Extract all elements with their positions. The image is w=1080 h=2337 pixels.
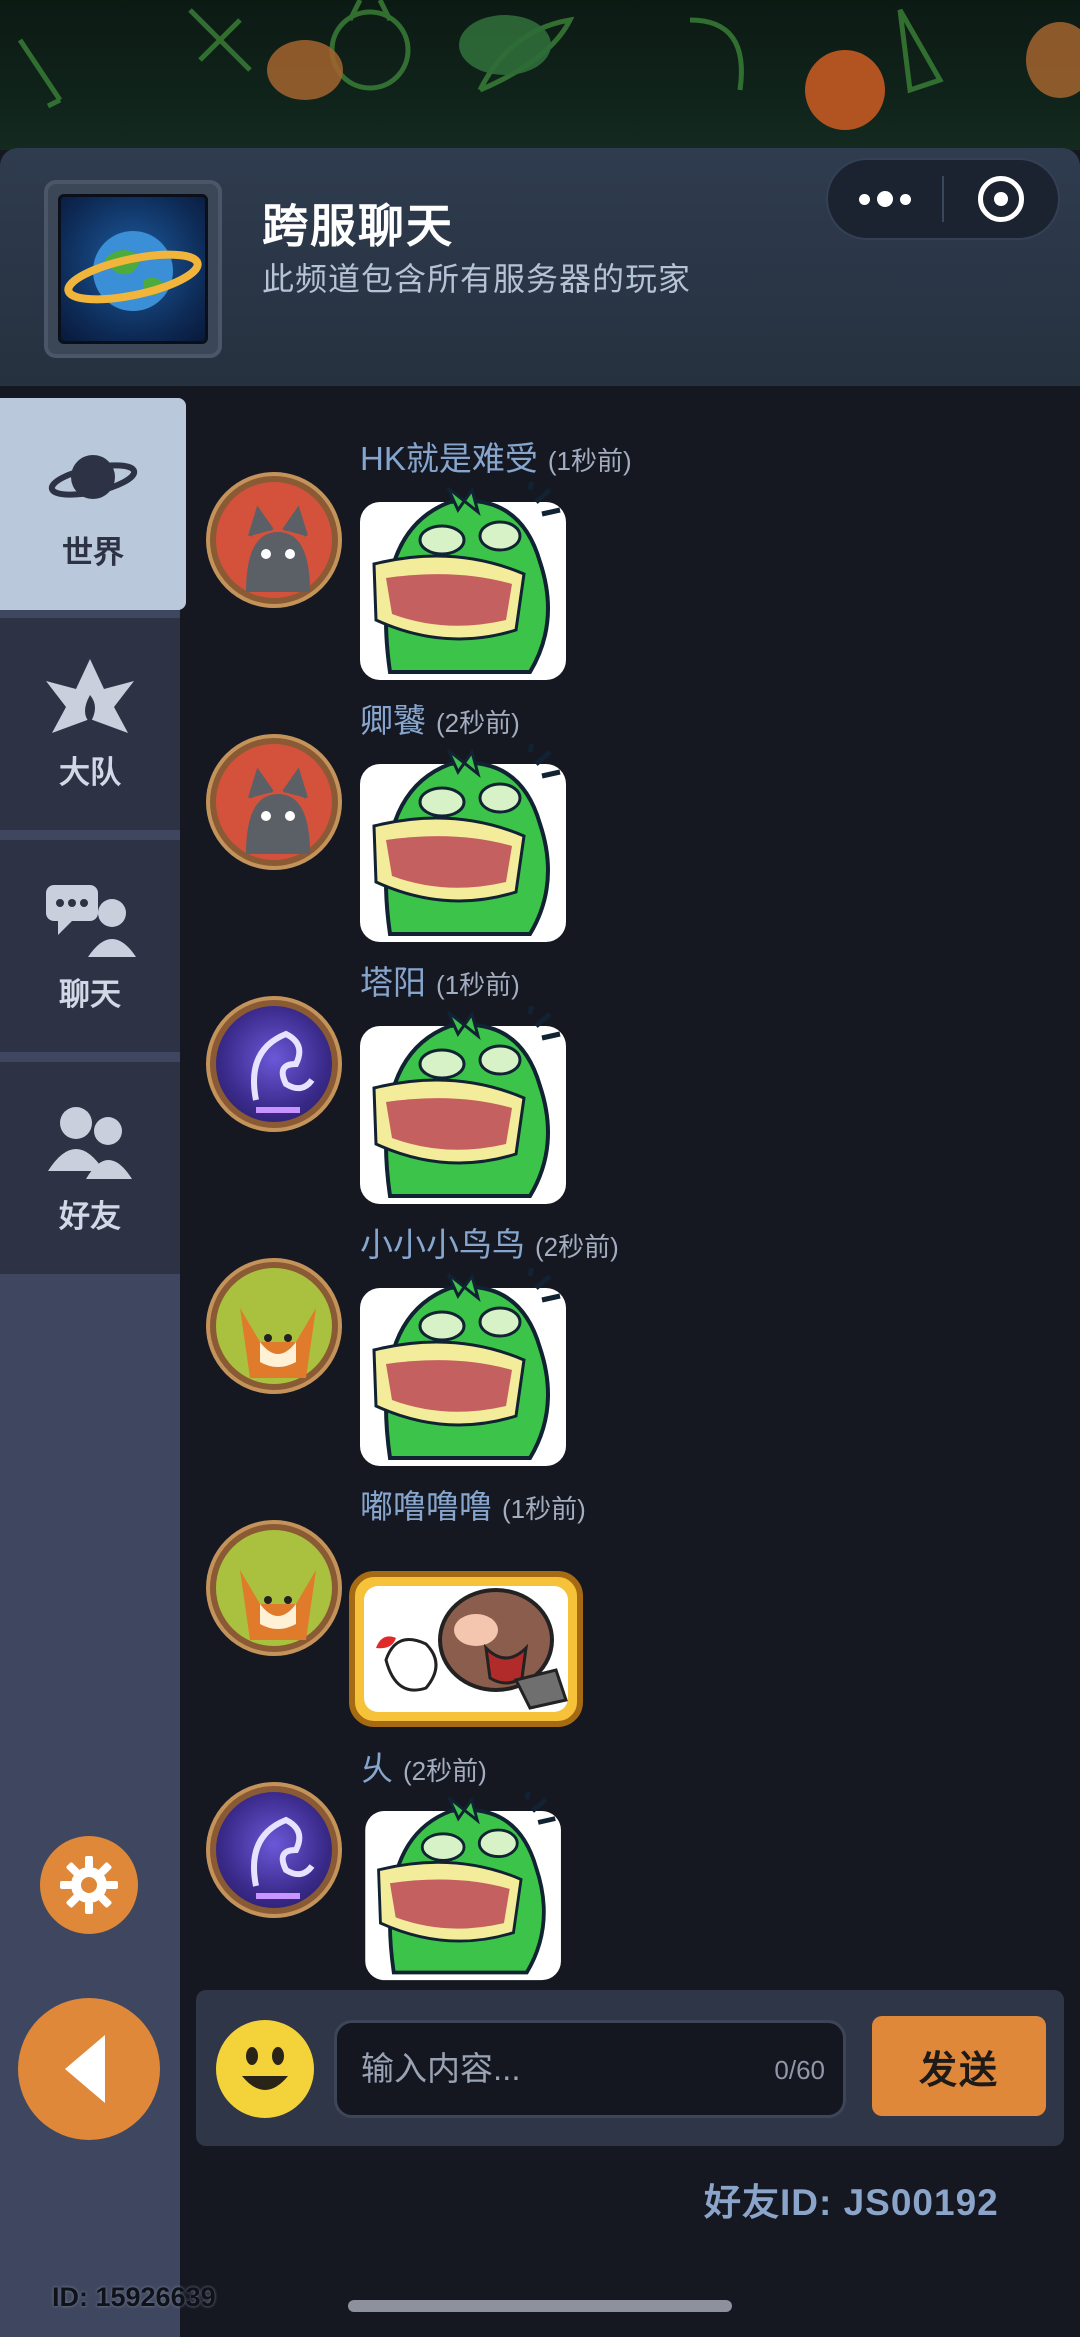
- purple-dragon-avatar[interactable]: [206, 1782, 342, 1918]
- message-time: (1秒前): [436, 970, 520, 1000]
- back-button[interactable]: [18, 1998, 160, 2140]
- sender-name[interactable]: 嘟噜噜噜: [360, 1480, 492, 1528]
- purple-dragon-avatar[interactable]: [206, 996, 342, 1132]
- message-input[interactable]: [361, 2023, 741, 2115]
- message-item: 卿饕 (2秒前): [206, 694, 1006, 944]
- message-header: 塔阳 (1秒前): [360, 956, 520, 1002]
- sender-name[interactable]: 小小小鸟鸟: [360, 1218, 525, 1266]
- message-time: (2秒前): [436, 708, 520, 738]
- message-item: 塔阳 (1秒前): [206, 956, 1006, 1206]
- sidebar-item-friends[interactable]: 好友: [0, 1062, 180, 1274]
- sender-name[interactable]: HK就是难受: [360, 432, 538, 480]
- fox-avatar[interactable]: [206, 1258, 342, 1394]
- sender-name[interactable]: 乆: [360, 1742, 393, 1790]
- page-subtitle: 此频道包含所有服务器的玩家: [262, 261, 692, 297]
- friend-id-label: 好友ID: JS00192: [704, 2182, 999, 2223]
- sidebar-item-chat[interactable]: 聊天: [0, 840, 180, 1052]
- pig-chicken-sticker[interactable]: [346, 1530, 586, 1730]
- miniprogram-capsule: [826, 158, 1060, 240]
- sidebar-item-label: 世界: [62, 534, 124, 570]
- send-button[interactable]: 发送: [872, 2016, 1046, 2116]
- close-miniprogram-button[interactable]: [944, 160, 1058, 238]
- message-item: 小小小鸟鸟 (2秒前): [206, 1218, 1006, 1468]
- gear-icon: [60, 1856, 118, 1914]
- char-counter: 0/60: [774, 2055, 825, 2085]
- sender-name[interactable]: 卿饕: [360, 694, 426, 742]
- sidebar-item-label: 好友: [59, 1198, 121, 1234]
- green-frog-screaming-sticker[interactable]: [360, 1268, 570, 1468]
- smiley-face-icon: [242, 2047, 288, 2090]
- message-item: 嘟噜噜噜 (1秒前): [206, 1480, 1006, 1730]
- target-circle-icon: [978, 176, 1024, 222]
- user-id-watermark: ID: 15926639: [52, 2282, 216, 2312]
- message-header: 卿饕 (2秒前): [360, 694, 520, 740]
- team-flame-icon: [42, 657, 138, 737]
- message-time: (2秒前): [535, 1232, 619, 1262]
- sender-name[interactable]: 塔阳: [360, 956, 426, 1004]
- message-input-bar: 0/60 发送: [196, 1990, 1064, 2146]
- gray-cat-avatar[interactable]: [206, 734, 342, 870]
- planet-icon: [45, 437, 141, 517]
- sidebar-item-label: 聊天: [59, 976, 121, 1012]
- green-frog-screaming-sticker[interactable]: [360, 482, 570, 682]
- emoji-button[interactable]: [216, 2020, 314, 2118]
- planet-globe-icon: [64, 231, 202, 311]
- channel-logo: [44, 180, 222, 358]
- sidebar-item-world[interactable]: 世界: [0, 398, 186, 610]
- message-header: HK就是难受 (1秒前): [360, 432, 632, 478]
- more-dots-icon: [859, 191, 912, 207]
- food-pattern-icon: [17, 0, 1080, 130]
- fox-avatar[interactable]: [206, 1520, 342, 1656]
- back-arrow-icon: [65, 2035, 105, 2103]
- chat-bubbles-icon: [42, 879, 138, 959]
- green-frog-screaming-sticker[interactable]: [360, 1792, 570, 1982]
- home-indicator[interactable]: [348, 2300, 732, 2312]
- message-header: 小小小鸟鸟 (2秒前): [360, 1218, 619, 1264]
- sidebar-item-team[interactable]: 大队: [0, 618, 180, 830]
- green-frog-screaming-sticker[interactable]: [360, 1006, 570, 1206]
- chat-header: 跨服聊天 此频道包含所有服务器的玩家: [0, 148, 1080, 386]
- green-frog-screaming-sticker[interactable]: [360, 744, 570, 944]
- message-header: 乆 (2秒前): [360, 1742, 487, 1788]
- top-decor-banner: [0, 0, 1080, 150]
- gray-cat-avatar[interactable]: [206, 472, 342, 608]
- settings-button[interactable]: [40, 1836, 138, 1934]
- friends-icon: [42, 1101, 138, 1181]
- message-time: (1秒前): [502, 1494, 586, 1524]
- message-item: HK就是难受 (1秒前): [206, 432, 1006, 682]
- sidebar-item-label: 大队: [59, 754, 121, 790]
- page-title: 跨服聊天: [262, 200, 454, 252]
- more-button[interactable]: [828, 160, 942, 238]
- message-time: (1秒前): [547, 446, 632, 476]
- message-item: 乆 (2秒前): [206, 1742, 1006, 1992]
- message-input-box: 0/60: [334, 2020, 846, 2118]
- message-time: (2秒前): [403, 1756, 487, 1786]
- message-header: 嘟噜噜噜 (1秒前): [360, 1480, 586, 1526]
